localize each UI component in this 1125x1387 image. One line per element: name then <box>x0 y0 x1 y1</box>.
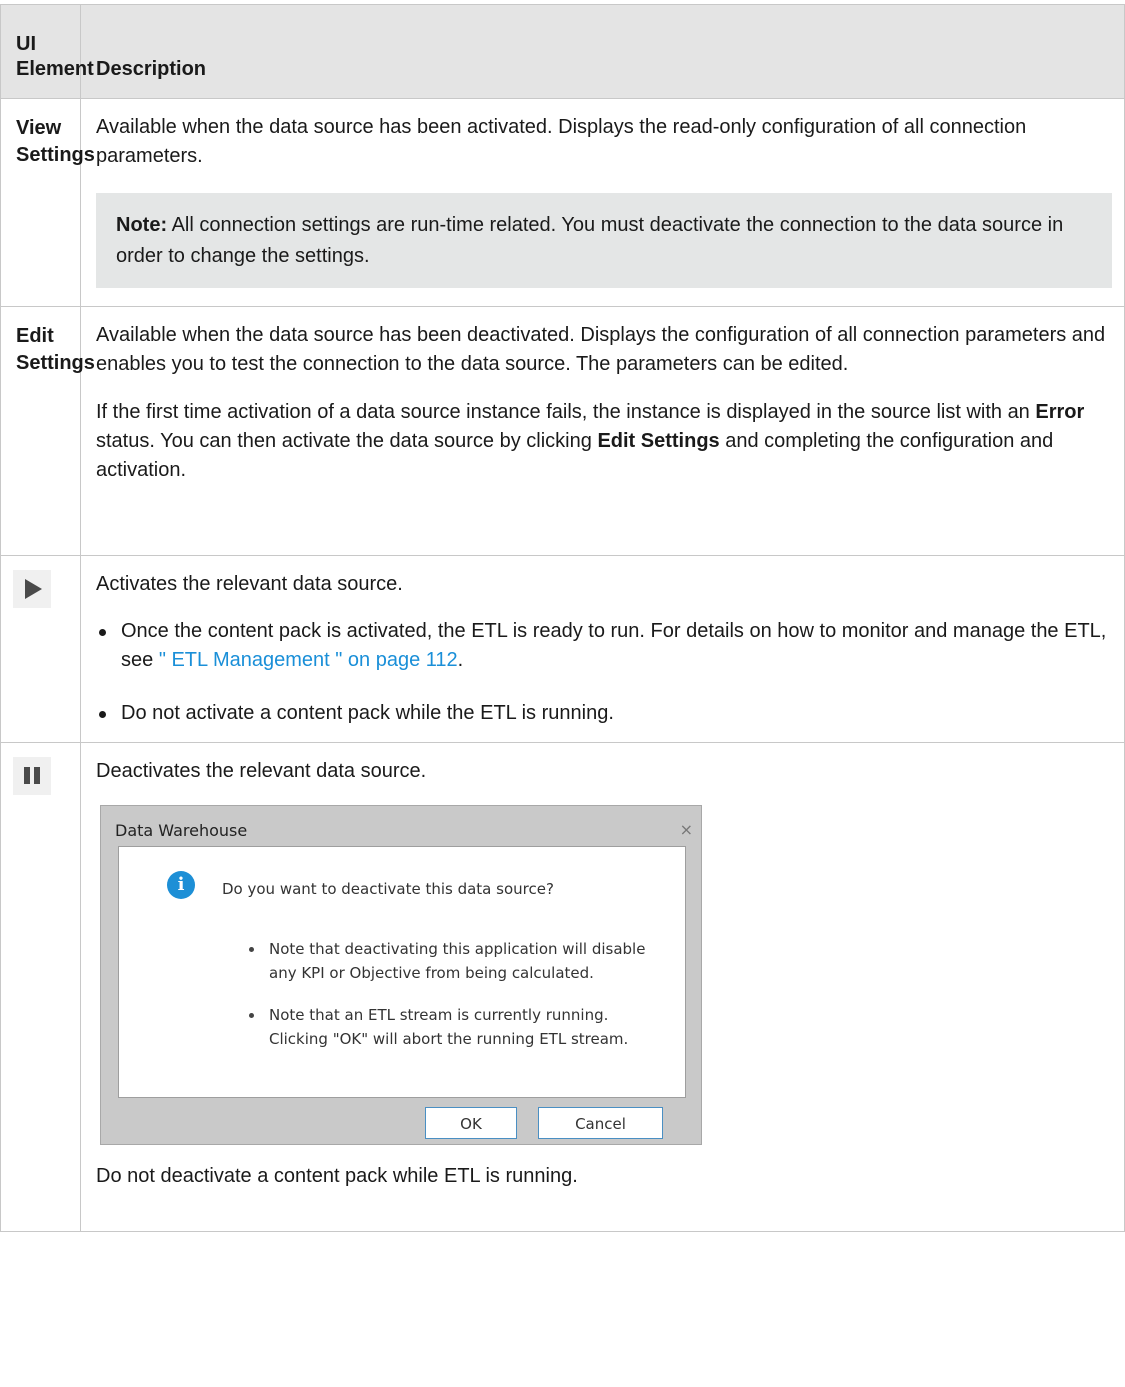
header-col2-label: Description <box>96 58 207 80</box>
deactivate-footer: Do not deactivate a content pack while E… <box>96 1165 578 1187</box>
dialog-body: i Do you want to deactivate this data so… <box>118 846 686 1098</box>
view-settings-description: Available when the data source has been … <box>96 116 1027 167</box>
header-col1-label: UI Element <box>16 33 94 80</box>
element-edit-settings: Edit Settings <box>16 325 95 374</box>
ok-button[interactable]: OK <box>425 1107 517 1139</box>
play-icon[interactable] <box>13 570 51 608</box>
table-row: Activates the relevant data source. Once… <box>0 555 1125 743</box>
activate-bullets: Once the content pack is activated, the … <box>96 617 1112 728</box>
note-box: Note: All connection settings are run-ti… <box>96 193 1112 288</box>
table-row: Deactivates the relevant data source. Da… <box>0 742 1125 1232</box>
list-item: Note that an ETL stream is currently run… <box>249 1003 669 1051</box>
dialog-question: Do you want to deactivate this data sour… <box>222 880 554 898</box>
note-label: Note: <box>116 214 168 236</box>
header-description: Description <box>80 4 1125 99</box>
list-item: Note that deactivating this application … <box>249 937 669 985</box>
table-row: Edit Settings Available when the data so… <box>0 306 1125 556</box>
confirm-dialog: Data Warehouse × i Do you want to deacti… <box>100 805 702 1145</box>
close-icon[interactable]: × <box>680 815 693 844</box>
deactivate-description: Deactivates the relevant data source. <box>96 760 427 782</box>
list-item: Once the content pack is activated, the … <box>96 617 1112 675</box>
pause-icon[interactable] <box>13 757 51 795</box>
cancel-button[interactable]: Cancel <box>538 1107 663 1139</box>
table-header-row: UI Element Description <box>0 4 1125 99</box>
element-view-settings: View Settings <box>16 117 95 166</box>
edit-settings-description: Available when the data source has been … <box>96 324 1106 375</box>
dialog-notes: Note that deactivating this application … <box>249 937 669 1069</box>
info-icon: i <box>167 871 195 899</box>
header-ui-element: UI Element <box>0 4 94 99</box>
note-text: All connection settings are run-time rel… <box>116 214 1064 267</box>
activate-description: Activates the relevant data source. <box>96 573 403 595</box>
edit-settings-paragraph-2: If the first time activation of a data s… <box>96 401 1085 481</box>
table-row: View Settings Available when the data so… <box>0 98 1125 307</box>
ui-element-table: UI Element Description View Settings Ava… <box>0 4 1125 1232</box>
list-item: Do not activate a content pack while the… <box>96 699 1112 728</box>
dialog-title: Data Warehouse <box>115 821 248 840</box>
etl-management-link[interactable]: " ETL Management " on page 112 <box>159 649 458 671</box>
